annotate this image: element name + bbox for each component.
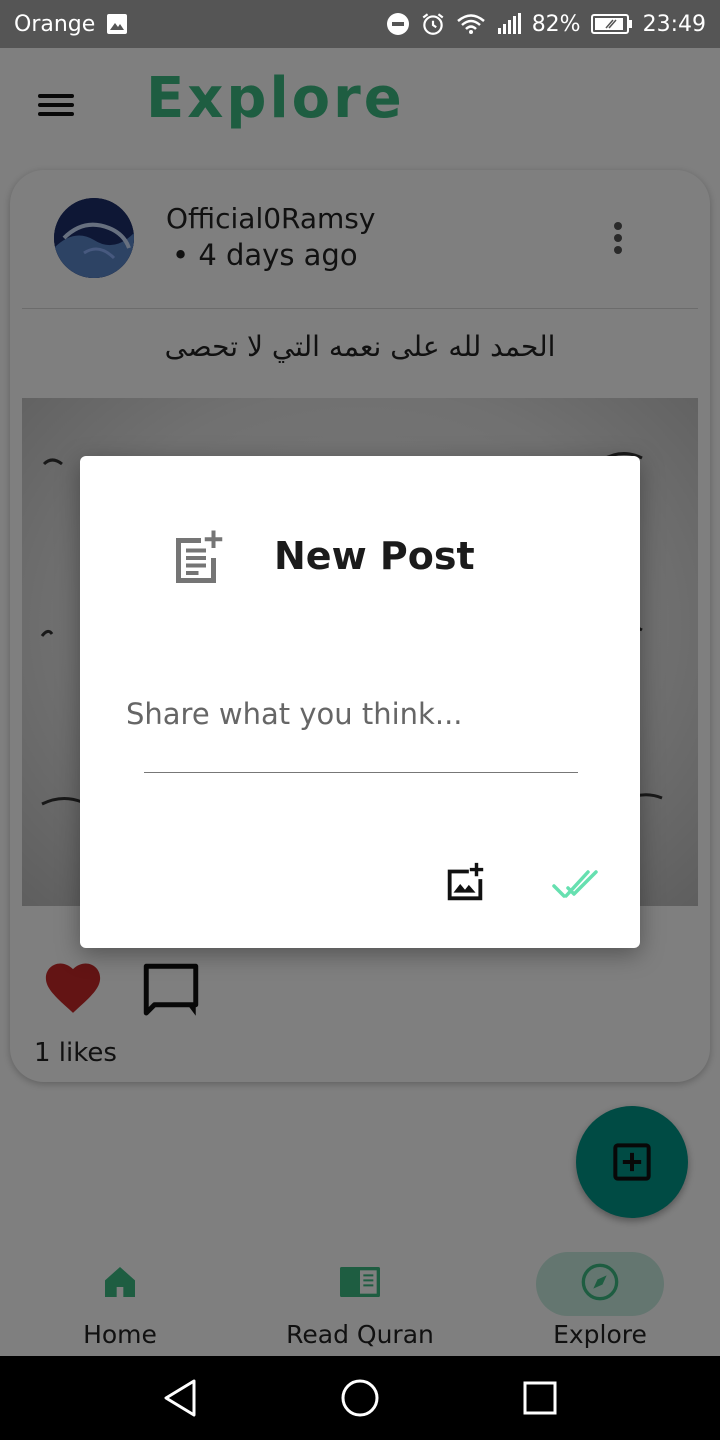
do-not-disturb-icon xyxy=(386,12,410,36)
signal-icon xyxy=(496,12,522,36)
clock: 23:49 xyxy=(642,11,706,37)
alarm-icon xyxy=(420,11,446,37)
input-underline xyxy=(144,772,578,773)
done-all-icon[interactable] xyxy=(552,866,600,906)
carrier-name: Orange xyxy=(14,11,96,37)
recents-icon[interactable] xyxy=(522,1378,558,1422)
post-add-icon xyxy=(166,528,226,592)
home-button-icon[interactable] xyxy=(340,1378,380,1422)
dialog-title: New Post xyxy=(274,534,475,578)
back-icon[interactable] xyxy=(162,1378,198,1422)
battery-icon xyxy=(590,13,633,35)
image-notification-icon xyxy=(105,12,129,36)
battery-percent: 82% xyxy=(531,11,581,37)
status-bar: Orange 82% 23:49 xyxy=(0,0,720,48)
wifi-icon xyxy=(456,12,486,36)
post-text-input[interactable] xyxy=(126,686,596,742)
add-image-icon[interactable] xyxy=(442,860,488,910)
system-navigation-bar xyxy=(0,1356,720,1440)
new-post-dialog: New Post xyxy=(80,456,640,948)
